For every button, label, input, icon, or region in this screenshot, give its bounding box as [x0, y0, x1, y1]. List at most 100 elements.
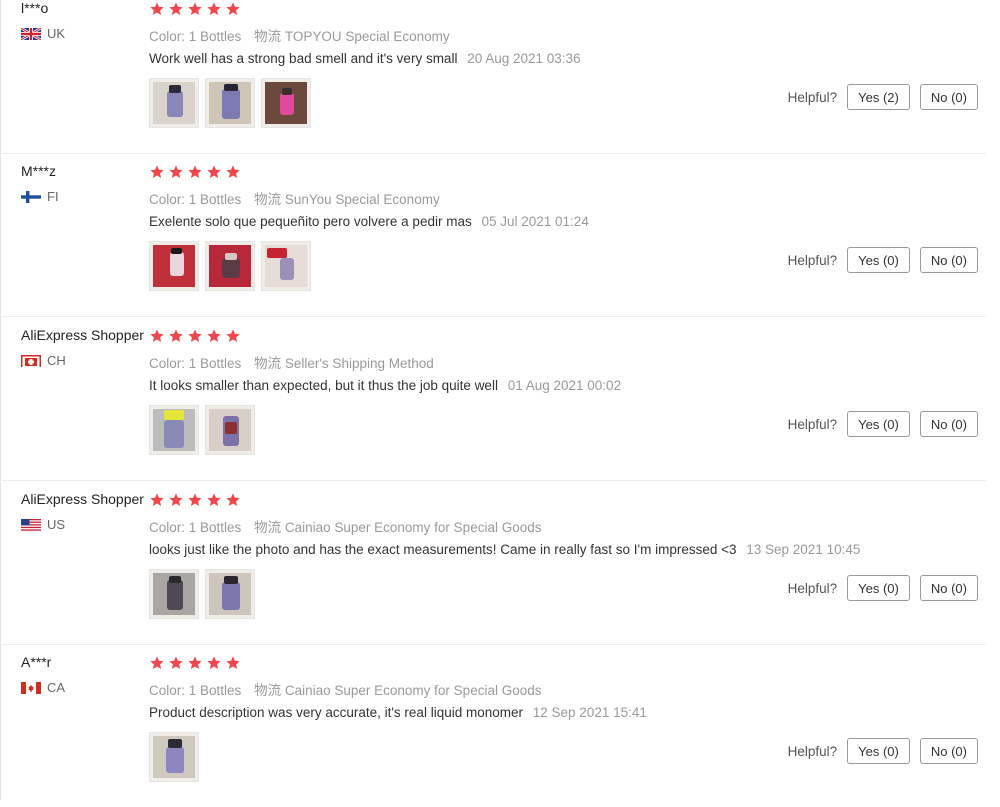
color-value: 1 Bottles [188, 683, 242, 698]
country-code: CH [47, 353, 66, 368]
order-info: Color: 1 Bottles 物流 TOPYOU Special Econo… [149, 25, 450, 45]
review-photo-thumbnail[interactable] [261, 78, 311, 128]
review-date: 01 Aug 2021 00:02 [507, 378, 622, 393]
logistics-value: Cainiao Super Economy for Special Goods [284, 683, 542, 698]
helpful-label: Helpful? [787, 416, 838, 432]
star-rating [149, 492, 241, 508]
logistics-label: 物流 [254, 356, 282, 371]
review-text: It looks smaller than expected, but it t… [149, 378, 498, 393]
us-flag-icon [21, 518, 41, 531]
star-icon [207, 656, 221, 669]
review-photo-thumbnail[interactable] [149, 732, 199, 782]
review-photos [149, 405, 255, 455]
helpful-yes-button[interactable]: Yes (0) [847, 575, 910, 601]
reviewer-country: CH [21, 353, 66, 368]
star-icon [226, 656, 240, 669]
color-label: Color: [149, 29, 186, 44]
review-photo-thumbnail[interactable] [205, 78, 255, 128]
helpful-label: Helpful? [787, 743, 838, 759]
color-value: 1 Bottles [188, 356, 242, 371]
country-code: FI [47, 189, 59, 204]
helpful-label: Helpful? [787, 252, 838, 268]
star-icon [150, 2, 164, 15]
star-icon [150, 493, 164, 506]
logistics-value: SunYou Special Economy [284, 192, 440, 207]
review-text-line: Product description was very accurate, i… [149, 705, 647, 720]
country-code: UK [47, 26, 66, 41]
star-icon [207, 2, 221, 15]
review-item: l***o UK Color: 1 Bottles 物流 TOPYOU Spec… [0, 0, 986, 154]
review-text-line: Work well has a strong bad smell and it'… [149, 51, 581, 66]
helpful-no-button[interactable]: No (0) [919, 575, 978, 601]
order-info: Color: 1 Bottles 物流 Cainiao Super Econom… [149, 679, 541, 699]
review-item: M***z FI Color: 1 Bottles 物流 SunYou Spec… [0, 153, 986, 317]
reviewer-name: AliExpress Shopper [21, 327, 144, 343]
review-date: 05 Jul 2021 01:24 [481, 214, 589, 229]
uk-flag-icon [21, 27, 41, 40]
review-text: Product description was very accurate, i… [149, 705, 523, 720]
star-icon [169, 329, 183, 342]
canada-flag-icon [21, 681, 41, 694]
review-text-line: looks just like the photo and has the ex… [149, 542, 860, 557]
logistics-value: Seller's Shipping Method [284, 356, 434, 371]
helpful-no-button[interactable]: No (0) [919, 247, 978, 273]
review-photo-thumbnail[interactable] [205, 405, 255, 455]
helpful-yes-button[interactable]: Yes (0) [847, 738, 910, 764]
helpful-no-button[interactable]: No (0) [919, 738, 978, 764]
reviewer-name: M***z [21, 163, 57, 179]
helpful-yes-button[interactable]: Yes (0) [847, 411, 910, 437]
review-text: Work well has a strong bad smell and it'… [149, 51, 458, 66]
helpful-no-button[interactable]: No (0) [919, 411, 978, 437]
country-code: CA [47, 680, 66, 695]
star-icon [226, 2, 240, 15]
logistics-label: 物流 [254, 29, 282, 44]
order-info: Color: 1 Bottles 物流 Cainiao Super Econom… [149, 516, 541, 536]
review-item: A***r CA Color: 1 Bottles 物流 Cainiao Sup… [0, 644, 986, 807]
color-label: Color: [149, 520, 186, 535]
helpful-yes-button[interactable]: Yes (2) [847, 84, 910, 110]
helpful-vote: Helpful? Yes (0) No (0) [788, 738, 978, 764]
star-icon [169, 656, 183, 669]
star-icon [226, 329, 240, 342]
reviewer-country: FI [21, 189, 59, 204]
review-photo-thumbnail[interactable] [205, 569, 255, 619]
order-info: Color: 1 Bottles 物流 SunYou Special Econo… [149, 188, 440, 208]
review-text: Exelente solo que pequeñito pero volvere… [149, 214, 472, 229]
star-icon [207, 493, 221, 506]
review-photos [149, 78, 311, 128]
star-icon [169, 165, 183, 178]
helpful-label: Helpful? [787, 580, 838, 596]
color-label: Color: [149, 683, 186, 698]
helpful-label: Helpful? [787, 89, 838, 105]
helpful-no-button[interactable]: No (0) [919, 84, 978, 110]
star-rating [149, 328, 241, 344]
country-code: US [47, 517, 66, 532]
review-photo-thumbnail[interactable] [205, 241, 255, 291]
review-photo-thumbnail[interactable] [261, 241, 311, 291]
star-icon [169, 493, 183, 506]
color-label: Color: [149, 356, 186, 371]
star-icon [150, 165, 164, 178]
logistics-label: 物流 [254, 192, 282, 207]
review-text-line: It looks smaller than expected, but it t… [149, 378, 621, 393]
star-icon [188, 165, 202, 178]
review-date: 12 Sep 2021 15:41 [532, 705, 647, 720]
review-photo-thumbnail[interactable] [149, 78, 199, 128]
helpful-yes-button[interactable]: Yes (0) [847, 247, 910, 273]
review-photo-thumbnail[interactable] [149, 405, 199, 455]
review-date: 20 Aug 2021 03:36 [467, 51, 581, 66]
star-icon [226, 165, 240, 178]
review-text: looks just like the photo and has the ex… [149, 542, 737, 557]
logistics-value: Cainiao Super Economy for Special Goods [284, 520, 542, 535]
star-icon [188, 2, 202, 15]
review-photo-thumbnail[interactable] [149, 241, 199, 291]
review-date: 13 Sep 2021 10:45 [746, 542, 861, 557]
star-icon [188, 493, 202, 506]
review-item: AliExpress Shopper CH Color: 1 Bottles 物… [0, 317, 986, 481]
helpful-vote: Helpful? Yes (2) No (0) [788, 84, 978, 110]
star-rating [149, 164, 241, 180]
color-value: 1 Bottles [188, 520, 242, 535]
review-photo-thumbnail[interactable] [149, 569, 199, 619]
star-icon [169, 2, 183, 15]
helpful-vote: Helpful? Yes (0) No (0) [788, 411, 978, 437]
